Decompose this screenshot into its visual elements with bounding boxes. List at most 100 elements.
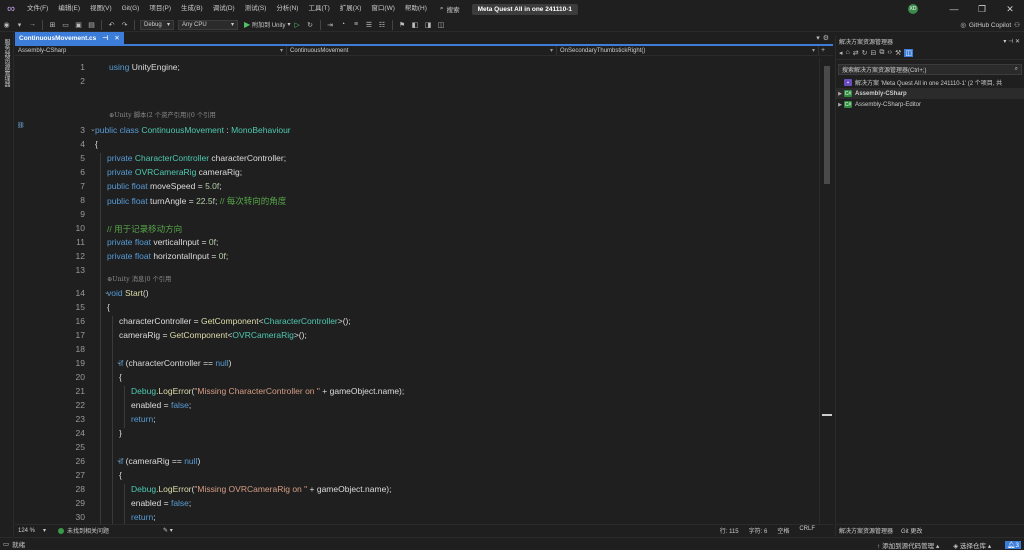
- add-source-label: 添加到源代码管理: [882, 542, 935, 550]
- member-dropdown[interactable]: OnSecondaryThumbstickRight() ▾: [557, 46, 819, 55]
- vertical-scrollbar[interactable]: [819, 58, 833, 524]
- code-view-icon[interactable]: ‹›: [887, 49, 892, 56]
- menu-help[interactable]: 帮助(H): [400, 0, 432, 18]
- pin-icon[interactable]: ⊣: [102, 34, 108, 42]
- menu-debug[interactable]: 调试(D): [208, 0, 240, 18]
- tree-item-assembly-csharp[interactable]: ▶ C# Assembly-CSharp: [836, 88, 1024, 99]
- home-icon[interactable]: ⌂: [846, 49, 850, 56]
- menu-window[interactable]: 窗口(W): [366, 0, 399, 18]
- expand-arrow-icon[interactable]: ▶: [836, 102, 844, 108]
- navigate-back-icon[interactable]: ◉: [1, 19, 12, 30]
- global-search[interactable]: ⌕ 搜索: [440, 4, 460, 14]
- zoom-level[interactable]: 124 %: [15, 528, 43, 534]
- save-icon[interactable]: ▣: [73, 19, 84, 30]
- solution-search-input[interactable]: 搜索解决方案资源管理器(Ctrl+;) ⌕: [838, 64, 1022, 75]
- preview-icon[interactable]: ◫: [904, 48, 913, 57]
- line-number: 27: [75, 470, 85, 480]
- tab-continuous-movement[interactable]: ContinuousMovement.cs ⊣ ✕: [15, 32, 124, 44]
- server-explorer-tab[interactable]: 服务器资源管理器: [2, 39, 11, 87]
- show-all-files-icon[interactable]: ⧉: [879, 49, 884, 57]
- issues-indicator[interactable]: 未找到相关问题: [58, 526, 109, 535]
- performance-icon[interactable]: ◔: [338, 19, 349, 30]
- char-indicator[interactable]: 字符: 6: [749, 526, 768, 535]
- toolbar-divider: [391, 19, 393, 30]
- codelens-hint[interactable]: ⊕Unity 脚本(2 个资产引用)|0 个引用: [109, 110, 216, 119]
- line-number: 3: [80, 125, 85, 135]
- code-editor: ContinuousMovement.cs ⊣ ✕ ▾ ⚙ Assembly-C…: [15, 32, 833, 536]
- project-dropdown[interactable]: Assembly-CSharp ▾: [15, 46, 287, 55]
- tree-item-assembly-csharp-editor[interactable]: ▶ C# Assembly-CSharp-Editor: [836, 99, 1024, 110]
- bookmark-icon[interactable]: ⚑: [397, 19, 408, 30]
- menu-view[interactable]: 视图(V): [85, 0, 117, 18]
- line-indicator[interactable]: 行: 115: [720, 526, 739, 535]
- menu-file[interactable]: 文件(F): [22, 0, 53, 18]
- select-repository-button[interactable]: ◈ 选择仓库 ▴: [953, 540, 991, 550]
- menu-git[interactable]: Git(G): [117, 0, 145, 18]
- add-to-source-control-button[interactable]: ↑ 添加到源代码管理 ▴: [877, 540, 939, 550]
- bookmark-clear-icon[interactable]: ◫: [436, 19, 447, 30]
- codelens-hint[interactable]: ⊕Unity 消息|0 个引用: [107, 274, 171, 283]
- uncomment-icon[interactable]: ☷: [377, 19, 388, 30]
- hot-reload-icon[interactable]: ↻: [305, 19, 316, 30]
- platform-dropdown[interactable]: Any CPU ▾: [178, 19, 238, 30]
- undo-icon[interactable]: ↶: [106, 19, 117, 30]
- avatar[interactable]: XD: [908, 4, 918, 14]
- redo-icon[interactable]: ↷: [119, 19, 130, 30]
- menu-tools[interactable]: 工具(T): [303, 0, 334, 18]
- visual-studio-logo-icon[interactable]: ∞: [0, 0, 22, 18]
- wrench-icon[interactable]: ⚒: [895, 49, 901, 57]
- minimize-icon[interactable]: —: [940, 4, 968, 14]
- chevron-down-icon: ▾: [549, 48, 553, 54]
- solution-explorer-header: 解决方案资源管理器 ▾ ⊣ ✕: [836, 36, 1024, 46]
- expand-arrow-icon[interactable]: ▶: [836, 91, 844, 97]
- notifications-bell-icon[interactable]: 🔔︎3: [1005, 540, 1021, 549]
- code-line: Debug.LogError("Missing OVRCameraRig on …: [131, 484, 392, 494]
- chevron-down-icon[interactable]: ▾: [43, 527, 46, 534]
- menu-analyze[interactable]: 分析(N): [271, 0, 303, 18]
- unity-link-icon[interactable]: ⛓: [17, 122, 25, 129]
- sync-icon[interactable]: ↻: [862, 49, 868, 57]
- gear-icon[interactable]: ⚙: [823, 34, 829, 42]
- scrollbar-thumb[interactable]: [824, 66, 830, 184]
- line-ending-indicator[interactable]: CRLF: [799, 526, 815, 535]
- format-icon[interactable]: ≡: [351, 19, 362, 30]
- chevron-down-icon[interactable]: ▾: [816, 34, 820, 42]
- collapse-all-icon[interactable]: ⊟: [871, 49, 877, 57]
- step-icon[interactable]: ⇥: [325, 19, 336, 30]
- code-text[interactable]: using UnityEngine; ⊕Unity 脚本(2 个资产引用)|0 …: [95, 58, 817, 524]
- code-line: Debug.LogError("Missing CharacterControl…: [131, 386, 405, 396]
- close-icon[interactable]: ✕: [996, 4, 1024, 15]
- panel-options-icon[interactable]: ▾ ⊣ ✕: [1003, 38, 1020, 45]
- bookmark-prev-icon[interactable]: ◧: [410, 19, 421, 30]
- forward-arrow-icon[interactable]: →: [27, 19, 38, 30]
- add-icon[interactable]: +: [821, 47, 825, 54]
- comment-icon[interactable]: ☰: [364, 19, 375, 30]
- back-icon[interactable]: ◂: [839, 49, 843, 57]
- switch-views-icon[interactable]: ⇄: [853, 49, 859, 57]
- new-project-icon[interactable]: ⊞: [47, 19, 58, 30]
- menu-test[interactable]: 测试(S): [240, 0, 272, 18]
- navigate-forward-icon[interactable]: ▾: [14, 19, 25, 30]
- configuration-dropdown[interactable]: Debug ▾: [140, 19, 174, 30]
- close-icon[interactable]: ✕: [114, 34, 119, 42]
- line-number: 23: [75, 414, 85, 424]
- github-copilot-button[interactable]: ◎ GitHub Copilot ⚇: [960, 18, 1020, 32]
- whitespace-indicator[interactable]: 空格: [777, 526, 789, 535]
- code-cleanup-icon[interactable]: ✎ ▾: [163, 527, 173, 534]
- code-area[interactable]: ⛓ 1 2 3 4 5 6 7 8 9 10 11 12 13 14 15 16…: [15, 58, 833, 524]
- open-folder-icon[interactable]: ▭: [60, 19, 71, 30]
- class-dropdown[interactable]: ContinuousMovement ▾: [287, 46, 557, 55]
- menu-edit[interactable]: 编辑(E): [53, 0, 85, 18]
- menu-project[interactable]: 项目(P): [144, 0, 176, 18]
- tree-item-solution[interactable]: ▪ 解决方案 'Meta Quest All in one 241110-1' …: [836, 77, 1024, 88]
- class-label: ContinuousMovement: [290, 47, 349, 54]
- tab-git-changes[interactable]: Git 更改: [901, 526, 922, 535]
- bookmark-next-icon[interactable]: ◨: [423, 19, 434, 30]
- attach-unity-button[interactable]: ▶ 附加到 Unity ▾: [244, 20, 291, 29]
- menu-extensions[interactable]: 扩展(X): [335, 0, 367, 18]
- start-without-debug-icon[interactable]: ▷: [292, 19, 303, 30]
- menu-build[interactable]: 生成(B): [176, 0, 208, 18]
- save-all-icon[interactable]: ▤: [86, 19, 97, 30]
- restore-icon[interactable]: ❐: [968, 4, 996, 15]
- tab-solution-explorer[interactable]: 解决方案资源管理器: [839, 526, 893, 535]
